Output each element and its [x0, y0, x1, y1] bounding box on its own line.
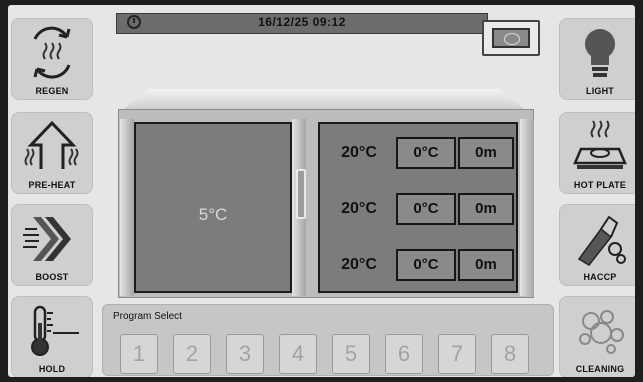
boost-label: BOOST [35, 272, 69, 282]
pre-heat-icon [24, 120, 79, 169]
boost-button[interactable]: BOOST [11, 204, 93, 286]
cleaning-icon [579, 310, 624, 354]
cleaning-label: CLEANING [575, 364, 625, 374]
left-compartment[interactable]: 5°C [134, 122, 292, 293]
door-handle [296, 169, 306, 219]
program-button-2[interactable]: 2 [173, 334, 211, 374]
regen-button[interactable]: REGEN [11, 18, 93, 100]
light-label: LIGHT [586, 86, 614, 96]
program-select-title: Program Select [113, 311, 182, 322]
display-icon [492, 28, 530, 48]
device-frame: 16/12/25 09:12 REGEN PRE-HEAT BOOST HOLD… [0, 0, 643, 382]
boost-icon [23, 217, 71, 261]
cabinet-side-left [120, 119, 134, 296]
pre-heat-button[interactable]: PRE-HEAT [11, 112, 93, 194]
program-button-5[interactable]: 5 [332, 334, 370, 374]
program-button-8[interactable]: 8 [491, 334, 529, 374]
shelf-row: 20°C 0°C 0m [326, 249, 514, 281]
datetime: 16/12/25 09:12 [258, 15, 346, 29]
shelf-timer-button[interactable]: 0m [458, 193, 514, 225]
display-button[interactable] [482, 20, 540, 56]
shelf-row: 20°C 0°C 0m [326, 137, 514, 169]
regen-icon [33, 26, 71, 79]
hot-plate-button[interactable]: HOT PLATE [559, 112, 635, 194]
left-compartment-temp: 5°C [198, 205, 228, 224]
shelf-timer-button[interactable]: 0m [458, 249, 514, 281]
right-compartment: 20°C 0°C 0m 20°C 0°C 0m 20°C 0°C 0m [318, 122, 518, 293]
status-bar: 16/12/25 09:12 [116, 13, 488, 34]
cabinet-side-right [520, 119, 534, 296]
shelf-current-temp: 20°C [341, 256, 377, 273]
thermometer-icon [31, 305, 79, 356]
hot-plate-label: HOT PLATE [573, 180, 627, 190]
pre-heat-label: PRE-HEAT [28, 180, 76, 190]
hold-label: HOLD [38, 364, 66, 374]
haccp-button[interactable]: HACCP [559, 204, 635, 286]
program-button-4[interactable]: 4 [279, 334, 317, 374]
program-button-3[interactable]: 3 [226, 334, 264, 374]
shelf-timer-button[interactable]: 0m [458, 137, 514, 169]
cabinet-top [124, 89, 524, 109]
shelf-setpoint-button[interactable]: 0°C [396, 249, 456, 281]
shelf-row: 20°C 0°C 0m [326, 193, 514, 225]
regen-label: REGEN [35, 86, 69, 96]
light-bulb-icon [585, 29, 615, 77]
screen: 16/12/25 09:12 REGEN PRE-HEAT BOOST HOLD… [8, 5, 635, 377]
shelf-setpoint-button[interactable]: 0°C [396, 137, 456, 169]
shelf-setpoint-button[interactable]: 0°C [396, 193, 456, 225]
shelf-current-temp: 20°C [341, 200, 377, 217]
shelf-current-temp: 20°C [341, 144, 377, 161]
haccp-icon [577, 215, 626, 266]
hold-button[interactable]: HOLD [11, 296, 93, 377]
cleaning-button[interactable]: CLEANING [559, 296, 635, 377]
program-button-1[interactable]: 1 [120, 334, 158, 374]
haccp-label: HACCP [583, 272, 617, 282]
program-select-panel: Program Select 1 2 3 4 5 6 7 8 [102, 304, 554, 376]
program-button-6[interactable]: 6 [385, 334, 423, 374]
light-button[interactable]: LIGHT [559, 18, 635, 100]
hot-plate-icon [573, 120, 627, 169]
program-button-7[interactable]: 7 [438, 334, 476, 374]
